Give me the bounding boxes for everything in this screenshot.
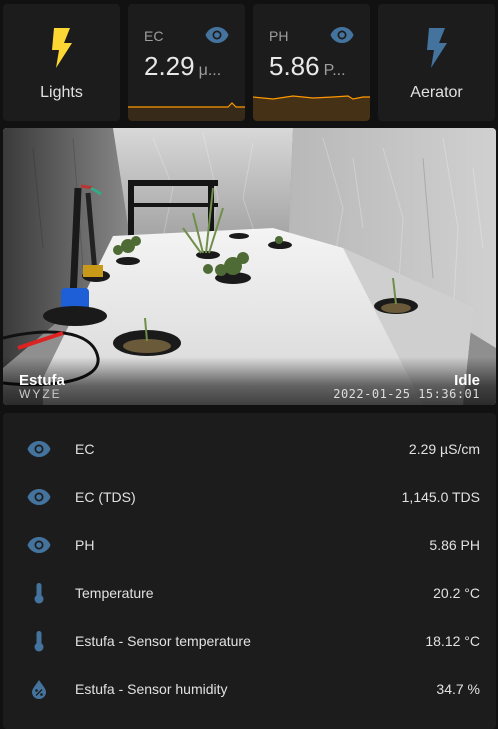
- entity-value: 18.12 °C: [425, 633, 480, 649]
- eye-icon: [330, 26, 354, 49]
- ec-sensor-card[interactable]: EC 2.29 μ...: [128, 4, 245, 121]
- eye-icon: [27, 485, 51, 509]
- ph-sensor-value: 5.86 P...: [269, 51, 346, 81]
- entity-name: Estufa - Sensor temperature: [75, 633, 251, 649]
- lights-button[interactable]: Lights: [3, 4, 120, 121]
- eye-icon: [205, 26, 229, 49]
- ec-sensor-name: EC: [144, 28, 164, 44]
- eye-icon: [27, 533, 51, 557]
- ph-sparkline: [253, 95, 370, 121]
- aerator-button[interactable]: Aerator: [378, 4, 495, 121]
- entity-value: 2.29 µS/cm: [408, 441, 480, 457]
- entity-name: PH: [75, 537, 95, 553]
- entity-row-sensor-temperature[interactable]: Estufa - Sensor temperature 18.12 °C: [3, 621, 496, 661]
- entity-value: 5.86 PH: [429, 537, 480, 553]
- camera-watermark: WYZE: [19, 387, 62, 401]
- ec-sparkline: [128, 102, 245, 121]
- entity-row-temperature[interactable]: Temperature 20.2 °C: [3, 573, 496, 613]
- entity-name: EC (TDS): [75, 489, 136, 505]
- lightning-bolt-icon: [417, 26, 457, 70]
- ec-sensor-value: 2.29 μ...: [144, 51, 222, 81]
- entity-value: 1,145.0 TDS: [401, 489, 480, 505]
- water-percent-icon: [27, 677, 51, 701]
- entity-value: 34.7 %: [436, 681, 480, 697]
- thermometer-icon: [27, 581, 51, 605]
- thermometer-icon: [27, 629, 51, 653]
- ph-sensor-card[interactable]: PH 5.86 P...: [253, 4, 370, 121]
- entity-name: EC: [75, 441, 95, 457]
- entity-value: 20.2 °C: [433, 585, 480, 601]
- lights-label: Lights: [40, 84, 83, 101]
- camera-timestamp: 2022-01-25 15:36:01: [333, 387, 480, 401]
- entity-name: Temperature: [75, 585, 154, 601]
- lightning-bolt-icon: [42, 26, 82, 70]
- eye-icon: [27, 437, 51, 461]
- entity-row-sensor-humidity[interactable]: Estufa - Sensor humidity 34.7 %: [3, 669, 496, 709]
- entities-card: EC 2.29 µS/cm EC (TDS) 1,145.0 TDS PH 5.…: [3, 413, 496, 729]
- ph-sensor-name: PH: [269, 28, 289, 44]
- entity-row-ph[interactable]: PH 5.86 PH: [3, 525, 496, 565]
- camera-feed[interactable]: Estufa Idle WYZE 2022-01-25 15:36:01: [3, 128, 496, 405]
- entity-name: Estufa - Sensor humidity: [75, 681, 228, 697]
- entity-row-ec[interactable]: EC 2.29 µS/cm: [3, 429, 496, 469]
- entity-row-ec-tds[interactable]: EC (TDS) 1,145.0 TDS: [3, 477, 496, 517]
- aerator-label: Aerator: [410, 84, 463, 101]
